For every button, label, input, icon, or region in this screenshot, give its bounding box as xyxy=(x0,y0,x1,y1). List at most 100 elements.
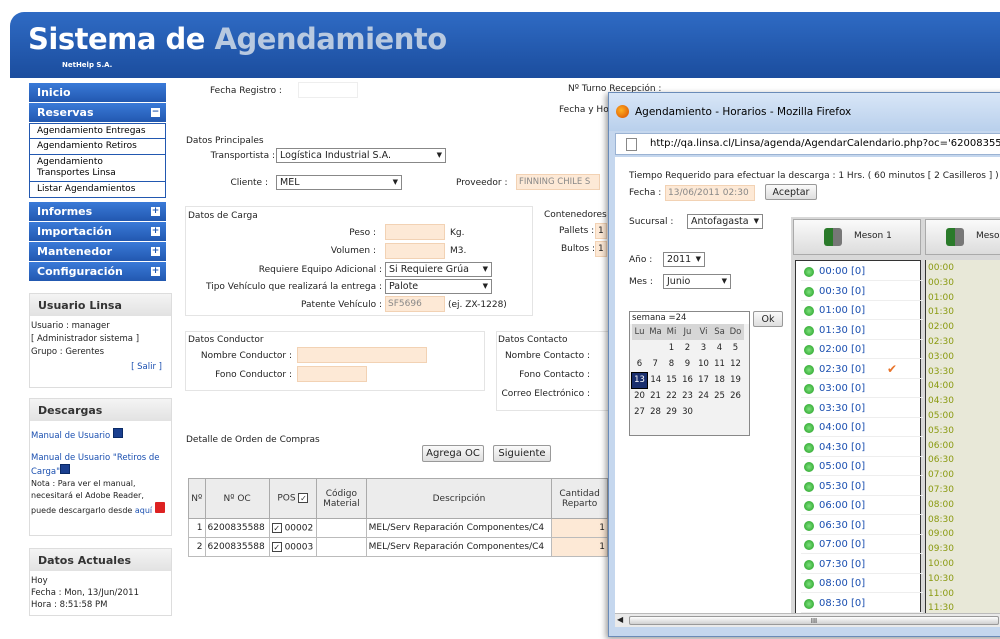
transportista-select[interactable]: Logística Industrial S.A. xyxy=(276,148,446,163)
meson-2-slot[interactable]: 11:00 xyxy=(927,586,1000,603)
menu-informes[interactable]: Informes + xyxy=(29,202,166,221)
expand-icon[interactable]: + xyxy=(151,267,160,276)
logout-link[interactable]: [ Salir ] xyxy=(131,362,162,372)
pos-all-checkbox[interactable]: ✓ xyxy=(298,493,309,504)
meson-2-slot[interactable]: 03:00 xyxy=(927,349,1000,366)
time-slot[interactable]: 07:00 [0] xyxy=(801,536,923,554)
time-slot[interactable]: 03:00 [0] xyxy=(801,380,923,398)
menu-mantenedor[interactable]: Mantenedor + xyxy=(29,242,166,261)
meson-2-slot[interactable]: 10:30 xyxy=(927,571,1000,588)
meson-2-slot[interactable]: 06:00 xyxy=(927,438,1000,455)
meson-2-slot[interactable]: 02:00 xyxy=(927,320,1000,337)
adobe-download-link[interactable]: aquí xyxy=(135,506,152,515)
calendar-day[interactable]: 2 xyxy=(680,340,696,356)
time-slot[interactable]: 06:00 [0] xyxy=(801,497,923,515)
time-slot[interactable]: 02:30 [0] ✔ xyxy=(801,361,923,379)
meson-2-slot[interactable]: 02:30 xyxy=(927,335,1000,351)
menu-sub-listar[interactable]: Listar Agendamientos xyxy=(29,182,166,198)
meson-2-slot[interactable]: 03:30 xyxy=(927,364,1000,381)
nombre-conductor-field[interactable] xyxy=(297,347,427,363)
meson-2-slot[interactable]: 07:30 xyxy=(927,483,1000,499)
menu-inicio[interactable]: Inicio xyxy=(29,83,166,102)
equipo-select[interactable]: Si Requiere Grúa xyxy=(385,262,492,277)
aceptar-button[interactable]: Aceptar xyxy=(765,184,817,200)
manual-retiros-link[interactable]: Manual de Usuario "Retiros de xyxy=(31,453,160,463)
meson-2-slot[interactable]: 01:00 xyxy=(927,290,1000,307)
calendar-day[interactable]: 13 xyxy=(631,371,648,389)
pos-checkbox[interactable]: ✓ xyxy=(271,541,282,552)
time-slot[interactable]: 08:30 [0] xyxy=(801,595,923,613)
calendar-day[interactable]: 29 xyxy=(664,404,680,420)
save-disk-icon[interactable] xyxy=(112,428,123,438)
menu-importacion[interactable]: Importación + xyxy=(29,222,166,241)
calendar-day[interactable]: 1 xyxy=(664,340,680,356)
calendar-day[interactable]: 17 xyxy=(696,372,712,388)
calendar-day[interactable]: 11 xyxy=(712,356,728,372)
meson-2-slot[interactable]: 05:30 xyxy=(927,423,1000,440)
cantidad-field[interactable]: 1 xyxy=(551,537,608,557)
calendar-day[interactable]: 6 xyxy=(632,356,648,372)
calendar-day[interactable]: 22 xyxy=(664,388,680,404)
time-slot[interactable]: 03:30 [0] xyxy=(801,400,923,418)
expand-icon[interactable]: + xyxy=(151,247,160,256)
time-slot[interactable]: 01:00 [0] xyxy=(801,302,923,320)
menu-sub-entregas[interactable]: Agendamiento Entregas xyxy=(29,123,166,139)
expand-icon[interactable]: + xyxy=(151,227,160,236)
meson-2-slot[interactable]: 00:00 xyxy=(927,261,1000,277)
meson-2-slot[interactable]: 04:00 xyxy=(927,379,1000,396)
calendar-day[interactable]: 14 xyxy=(648,372,664,388)
anio-select[interactable]: 2011 xyxy=(663,252,705,267)
popup-titlebar[interactable]: Agendamiento - Horarios - Mozilla Firefo… xyxy=(609,93,1000,131)
meson-2-slot[interactable]: 06:30 xyxy=(927,453,1000,470)
calendar-day[interactable]: 21 xyxy=(648,388,664,404)
calendar-day[interactable]: 9 xyxy=(680,356,696,372)
pos-checkbox[interactable]: ✓ xyxy=(271,522,282,533)
time-slot[interactable]: 06:30 [0] xyxy=(801,517,923,535)
collapse-icon[interactable]: − xyxy=(151,108,160,117)
time-slot[interactable]: 05:00 [0] xyxy=(801,458,923,476)
meson-2-slot[interactable]: 10:00 xyxy=(927,557,1000,573)
calendar-day[interactable]: 15 xyxy=(664,372,680,388)
meson-2-slot[interactable]: 01:30 xyxy=(927,305,1000,322)
scroll-left-icon[interactable]: ◀ xyxy=(617,615,623,624)
time-slot[interactable]: 08:00 [0] xyxy=(801,575,923,593)
calendar-day[interactable]: 25 xyxy=(712,388,728,404)
meson-2-slot[interactable]: 07:00 xyxy=(927,468,1000,485)
horizontal-scrollbar[interactable]: ◀ III xyxy=(615,613,1000,627)
menu-configuracion[interactable]: Configuración + xyxy=(29,262,166,281)
pallets-field[interactable]: 1 xyxy=(595,223,607,239)
meson-2-slot[interactable]: 04:30 xyxy=(927,394,1000,411)
meson-2-slot[interactable]: 09:00 xyxy=(927,527,1000,544)
meson-2-slot[interactable]: 00:30 xyxy=(927,275,1000,292)
cliente-select[interactable]: MEL xyxy=(276,175,402,190)
calendar-day[interactable]: 4 xyxy=(712,340,728,356)
fono-conductor-field[interactable] xyxy=(297,366,367,382)
calendar-day[interactable]: 12 xyxy=(728,356,744,372)
calendar-day[interactable]: 5 xyxy=(728,340,744,356)
calendar-day[interactable]: 19 xyxy=(728,372,744,388)
calendar-day[interactable]: 23 xyxy=(680,388,696,404)
bultos-field[interactable]: 1 xyxy=(595,241,607,257)
calendar-day[interactable]: 30 xyxy=(680,404,696,420)
time-slot[interactable]: 04:30 [0] xyxy=(801,439,923,457)
menu-sub-retiros[interactable]: Agendamiento Retiros xyxy=(29,139,166,155)
proveedor-field[interactable]: FINNING CHILE S xyxy=(516,174,600,190)
volumen-field[interactable] xyxy=(385,243,445,259)
manual-link[interactable]: Manual de Usuario xyxy=(31,431,110,441)
calendar-day[interactable]: 24 xyxy=(696,388,712,404)
sucursal-select[interactable]: Antofagasta xyxy=(687,214,763,229)
peso-field[interactable] xyxy=(385,224,445,240)
meson-2-slot[interactable]: 08:30 xyxy=(927,512,1000,529)
time-slot[interactable]: 07:30 [0] xyxy=(801,556,923,574)
calendar-day[interactable]: 20 xyxy=(632,388,648,404)
calendar-day[interactable]: 18 xyxy=(712,372,728,388)
mes-select[interactable]: Junio xyxy=(663,274,731,289)
pdf-icon[interactable] xyxy=(154,502,165,513)
calendar-day[interactable]: 3 xyxy=(696,340,712,356)
time-slot[interactable]: 00:00 [0] xyxy=(801,263,923,281)
time-slot[interactable]: 01:30 [0] xyxy=(801,322,923,340)
save-disk-icon[interactable] xyxy=(60,464,71,474)
time-slot[interactable]: 00:30 [0] xyxy=(801,283,923,301)
fecha-field[interactable]: 13/06/2011 02:30 xyxy=(665,185,755,201)
patente-field[interactable]: SF5696 xyxy=(385,296,445,312)
